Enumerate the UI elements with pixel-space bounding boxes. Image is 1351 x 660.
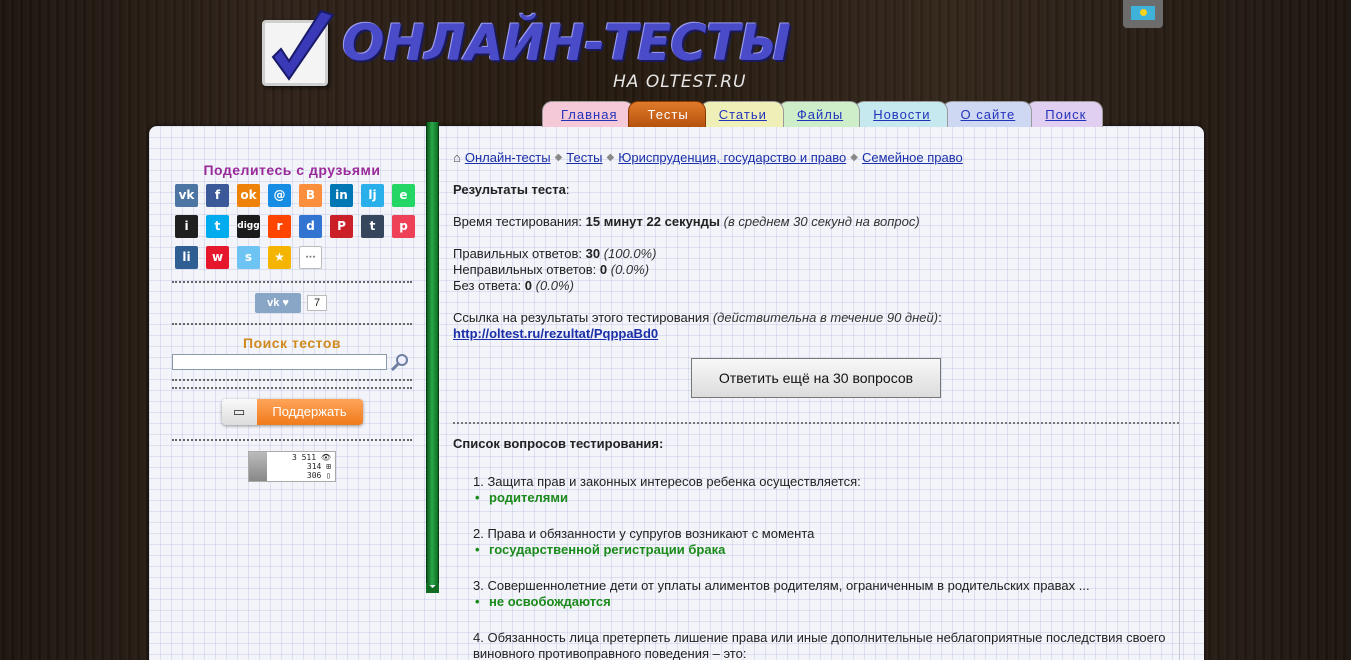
kazakhstan-flag-icon	[1131, 6, 1155, 20]
link-row: Ссылка на результаты этого тестирования …	[453, 310, 942, 325]
main-content: ⌂ Онлайн-тесты ◆ Тесты ◆ Юриспруденция, …	[453, 150, 1179, 660]
counter-line: 306 ▯	[306, 471, 331, 480]
logo-title: ОНЛАЙН-ТЕСТЫ	[342, 14, 791, 72]
tab-1[interactable]: Тесты	[628, 101, 706, 127]
blogger-share-icon[interactable]: B	[299, 184, 322, 207]
notebook-spine	[426, 122, 439, 593]
search-icon[interactable]	[391, 353, 409, 371]
language-flag-button[interactable]	[1123, 0, 1163, 28]
more-share-icon[interactable]: ···	[299, 246, 322, 269]
counter-line: 3 511 👁	[291, 453, 331, 462]
question-item: 3. Совершеннолетние дети от уплаты алиме…	[473, 578, 1179, 610]
tab-2[interactable]: Статьи	[699, 101, 784, 127]
question-item: 2. Права и обязанности у супругов возник…	[473, 526, 1179, 558]
vk-like-count: 7	[307, 295, 328, 311]
breadcrumb-separator-icon: ◆	[606, 152, 615, 163]
search-row	[172, 353, 412, 371]
tab-4[interactable]: Новости	[854, 101, 948, 127]
moimir-share-icon[interactable]: @	[268, 184, 291, 207]
breadcrumb-separator-icon: ◆	[554, 152, 563, 163]
pocket-share-icon[interactable]: p	[392, 215, 415, 238]
liveinternet-share-icon[interactable]: li	[175, 246, 198, 269]
share-title: Поделитесь с друзьями	[203, 162, 381, 178]
vk-like-widget[interactable]: vk ♥ 7	[255, 293, 329, 313]
wallet-icon: ▭	[221, 399, 257, 425]
visit-counter[interactable]: 3 511 👁 314 ⊞ 306 ▯	[248, 451, 336, 482]
weibo-share-icon[interactable]: w	[206, 246, 229, 269]
counter-line: 314 ⊞	[306, 462, 331, 471]
question-text: 2. Права и обязанности у супругов возник…	[473, 526, 815, 541]
tab-5[interactable]: О сайте	[941, 101, 1033, 127]
divider	[172, 323, 412, 325]
tab-3[interactable]: Файлы	[777, 101, 861, 127]
delicious-share-icon[interactable]: d	[299, 215, 322, 238]
results-heading: Результаты теста:	[453, 182, 570, 197]
social-share-grid: vk f ok @ Bin lj e i t digg r d Pt p li w s ★ ···	[172, 184, 415, 269]
result-link-row: http://oltest.ru/rezultat/PqppaBd0	[453, 326, 1179, 342]
panel-divider	[1179, 126, 1180, 660]
breadcrumb-link-category[interactable]: Юриспруденция, государство и право	[618, 150, 846, 166]
vk-share-icon[interactable]: vk	[175, 184, 198, 207]
tumblr-share-icon[interactable]: t	[361, 215, 384, 238]
noanswer-row: Без ответа: 0 (0.0%)	[453, 278, 574, 293]
divider	[172, 281, 412, 283]
tab-6[interactable]: Поиск	[1026, 101, 1104, 127]
facebook-share-icon[interactable]: f	[206, 184, 229, 207]
question-list: 1. Защита прав и законных интересов ребе…	[453, 474, 1179, 660]
vk-like-button[interactable]: vk ♥	[255, 293, 301, 313]
reddit-share-icon[interactable]: r	[268, 215, 291, 238]
counter-values: 3 511 👁 314 ⊞ 306 ▯	[267, 452, 335, 481]
surfingbird-share-icon[interactable]: s	[237, 246, 260, 269]
breadcrumb-separator-icon: ◆	[850, 152, 858, 163]
breadcrumb-link-tests[interactable]: Тесты	[566, 150, 602, 166]
bookmarks-share-icon[interactable]: ★	[268, 246, 291, 269]
correct-row: Правильных ответов: 30 (100.0%)	[453, 246, 657, 261]
search-input[interactable]	[172, 354, 387, 370]
divider	[172, 387, 412, 389]
sidebar: Поделитесь с друзьями vk f ok @ Bin lj e i t digg…	[172, 162, 415, 482]
evernote-share-icon[interactable]: e	[392, 184, 415, 207]
donate-label: Поддержать	[256, 399, 363, 425]
breadcrumb-link-subcategory[interactable]: Семейное право	[862, 150, 963, 166]
home-icon: ⌂	[453, 150, 461, 165]
result-link[interactable]: http://oltest.ru/rezultat/PqppaBd0	[453, 326, 658, 341]
divider	[172, 439, 412, 441]
breadcrumb: ⌂ Онлайн-тесты ◆ Тесты ◆ Юриспруденция, …	[453, 150, 1179, 166]
twitter-share-icon[interactable]: t	[206, 215, 229, 238]
digg-share-icon[interactable]: digg	[237, 215, 260, 238]
answer-text: не освобождаются	[473, 594, 1179, 610]
main-navigation: Главная Тесты Статьи Файлы Новости О сайте Пои…	[542, 101, 1104, 127]
donate-button[interactable]: ▭ Поддержать	[221, 399, 363, 425]
time-row: Время тестирования: 15 минут 22 секунды …	[453, 214, 920, 229]
breadcrumb-link-home[interactable]: Онлайн-тесты	[465, 150, 551, 166]
odnoklassniki-share-icon[interactable]: ok	[237, 184, 260, 207]
livejournal-share-icon[interactable]: lj	[361, 184, 384, 207]
linkedin-share-icon[interactable]: in	[330, 184, 353, 207]
questions-heading: Список вопросов тестирования:	[453, 436, 664, 451]
question-text: 4. Обязанность лица претерпеть лишение п…	[473, 630, 1166, 660]
question-item: 4. Обязанность лица претерпеть лишение п…	[473, 630, 1179, 660]
divider	[453, 422, 1179, 424]
logo-subtitle: НА OLTEST.RU	[613, 72, 747, 92]
answer-text: родителями	[473, 490, 1179, 506]
wrong-row: Неправильных ответов: 0 (0.0%)	[453, 262, 650, 277]
search-title: Поиск тестов	[243, 335, 341, 351]
retry-button[interactable]: Ответить ещё на 30 вопросов	[691, 358, 941, 398]
question-item: 1. Защита прав и законных интересов ребе…	[473, 474, 1179, 506]
question-text: 1. Защита прав и законных интересов ребе…	[473, 474, 861, 489]
counter-logo-icon	[249, 452, 267, 481]
divider	[172, 379, 412, 381]
site-logo[interactable]: ОНЛАЙН-ТЕСТЫ НА OLTEST.RU	[258, 9, 791, 94]
checkmark-icon	[262, 9, 335, 86]
pinterest-share-icon[interactable]: P	[330, 215, 353, 238]
tab-0[interactable]: Главная	[542, 101, 635, 127]
question-text: 3. Совершеннолетние дети от уплаты алиме…	[473, 578, 1090, 593]
instapaper-share-icon[interactable]: i	[175, 215, 198, 238]
answer-text: государственной регистрации брака	[473, 542, 1179, 558]
